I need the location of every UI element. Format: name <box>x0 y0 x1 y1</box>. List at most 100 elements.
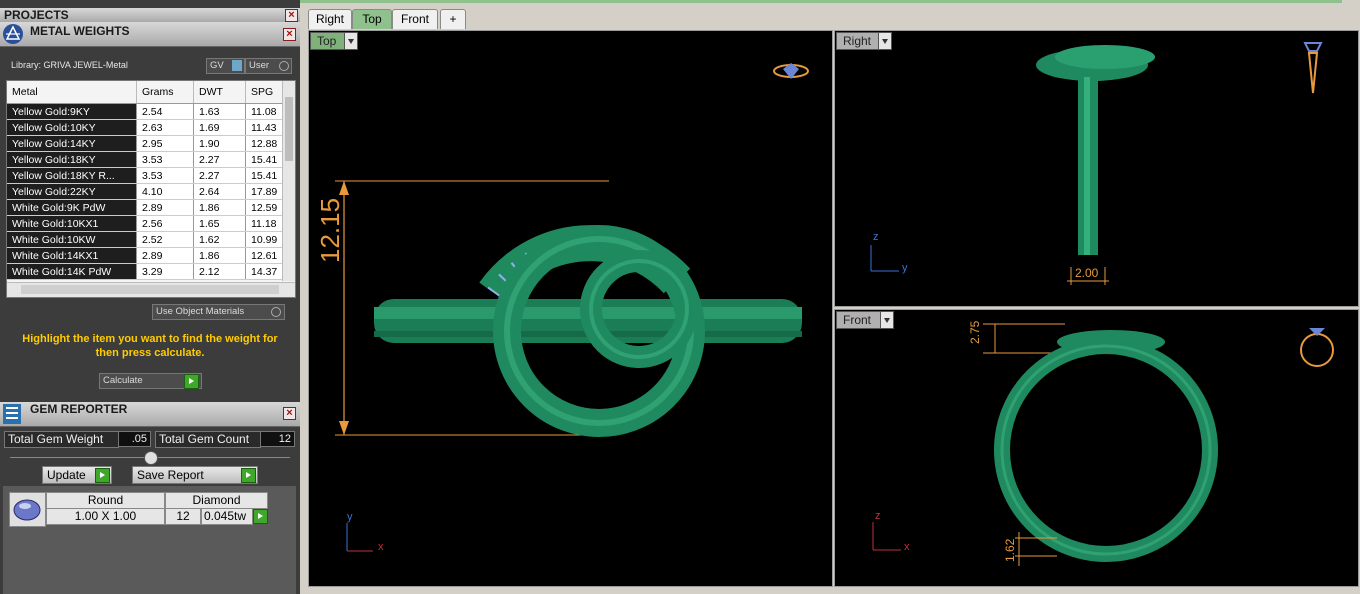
column-header[interactable]: Grams <box>136 81 194 104</box>
total-gem-count-value: 12 <box>260 431 295 447</box>
table-row[interactable]: White Gold:9K PdW 2.89 1.86 12.59 <box>7 199 292 216</box>
metal-name: White Gold:14K PdW <box>7 263 137 280</box>
close-icon[interactable]: × <box>283 28 296 41</box>
hint-text: Highlight the item you want to find the … <box>22 333 278 359</box>
calculate-label: Calculate <box>103 375 143 386</box>
column-header[interactable]: DWT <box>193 81 246 104</box>
dwt: 2.64 <box>193 183 246 200</box>
dwt: 1.90 <box>193 135 246 152</box>
table-row[interactable]: White Gold:14K PdW 3.29 2.12 14.37 <box>7 263 292 280</box>
grams: 2.56 <box>136 215 194 232</box>
table-row[interactable]: White Gold:10KX1 2.56 1.65 11.18 <box>7 215 292 232</box>
dimension-label: 2.00 <box>1075 266 1099 280</box>
dwt: 2.12 <box>193 263 246 280</box>
toggle-on-icon <box>232 60 242 71</box>
play-icon[interactable] <box>184 374 199 389</box>
gv-toggle[interactable]: GV <box>206 58 245 74</box>
play-icon[interactable] <box>95 468 110 483</box>
metal-weights-table[interactable]: Metal Grams DWT SPG Yellow Gold:9KY 2.54 1… <box>6 80 296 298</box>
vertical-scrollbar[interactable] <box>282 81 295 281</box>
horizontal-scrollbar[interactable] <box>7 282 295 297</box>
metal-name: Yellow Gold:14KY <box>7 135 137 152</box>
projects-titlebar[interactable]: PROJECTS × <box>0 8 300 23</box>
gem-report-icon <box>2 403 22 425</box>
use-object-materials-label: Use Object Materials <box>156 306 245 317</box>
gv-label: GV <box>210 60 224 71</box>
dwt: 1.65 <box>193 215 246 232</box>
use-object-materials-toggle[interactable]: Use Object Materials <box>152 304 285 320</box>
dwt: 1.69 <box>193 119 246 136</box>
metal-name: Yellow Gold:10KY <box>7 119 137 136</box>
library-label: Library: GRIVA JEWEL-Metal <box>11 60 128 70</box>
table-row[interactable]: White Gold:10KW 2.52 1.62 10.99 <box>7 231 292 248</box>
gem-weight: 0.045tw <box>201 508 253 525</box>
table-row[interactable]: Yellow Gold:18KY R... 3.53 2.27 15.41 <box>7 167 292 184</box>
tab-top[interactable]: Top <box>352 9 392 29</box>
viewport-top[interactable]: Top 12.15 y x <box>308 30 833 587</box>
add-tab-button[interactable]: + <box>440 9 466 29</box>
viewport-right[interactable]: Right 2.00 z y <box>834 30 1359 307</box>
gem-shape: Round <box>46 492 165 509</box>
left-panel: PROJECTS × METAL WEIGHTS × Library: GRIV… <box>0 0 300 594</box>
scrollbar-thumb[interactable] <box>21 285 279 294</box>
metal-name: White Gold:10KW <box>7 231 137 248</box>
play-icon[interactable] <box>253 509 268 524</box>
toggle-off-icon <box>279 61 289 71</box>
dimension-label: 2.75 <box>968 320 982 344</box>
scale-icon <box>2 23 24 45</box>
grams: 2.89 <box>136 247 194 264</box>
table-header: Metal Grams DWT SPG <box>7 81 292 104</box>
gem-type: Diamond <box>165 492 268 509</box>
user-label: User <box>249 60 270 71</box>
grams: 4.10 <box>136 183 194 200</box>
dwt: 1.62 <box>193 231 246 248</box>
dwt: 2.27 <box>193 151 246 168</box>
dwt: 2.27 <box>193 167 246 184</box>
viewport-tabbar: Right Top Front + <box>300 0 1360 30</box>
dimension-label: 1.62 <box>1003 538 1017 562</box>
splitter-handle[interactable] <box>144 451 158 465</box>
gem-count: 12 <box>165 508 201 525</box>
close-icon[interactable]: × <box>283 407 296 420</box>
scrollbar-thumb[interactable] <box>285 97 293 161</box>
table-row[interactable]: White Gold:14KX1 2.89 1.86 12.61 <box>7 247 292 264</box>
column-header[interactable]: Metal <box>7 81 137 104</box>
dwt: 1.63 <box>193 103 246 120</box>
table-row[interactable]: Yellow Gold:22KY 4.10 2.64 17.89 <box>7 183 292 200</box>
table-row[interactable]: Yellow Gold:10KY 2.63 1.69 11.43 <box>7 119 292 136</box>
table-row[interactable]: Yellow Gold:9KY 2.54 1.63 11.08 <box>7 103 292 120</box>
grams: 2.95 <box>136 135 194 152</box>
close-icon[interactable]: × <box>285 9 298 22</box>
metal-weights-titlebar[interactable]: METAL WEIGHTS × <box>0 22 300 47</box>
user-toggle[interactable]: User <box>245 58 292 74</box>
grams: 3.53 <box>136 167 194 184</box>
total-gem-weight-label: Total Gem Weight <box>4 431 119 448</box>
metal-name: Yellow Gold:22KY <box>7 183 137 200</box>
update-label: Update <box>47 468 86 482</box>
metal-name: Yellow Gold:18KY R... <box>7 167 137 184</box>
right-view-drawing <box>870 42 1323 285</box>
table-row[interactable]: Yellow Gold:18KY 3.53 2.27 15.41 <box>7 151 292 168</box>
axis-y-label: y <box>347 511 353 523</box>
gem-reporter-title: GEM REPORTER <box>30 402 128 416</box>
tab-right[interactable]: Right <box>308 9 352 29</box>
metal-name: Yellow Gold:18KY <box>7 151 137 168</box>
tab-front[interactable]: Front <box>392 9 438 29</box>
viewport-front[interactable]: Front 2.75 1.62 z x <box>834 309 1359 587</box>
axis-z-label: z <box>873 231 879 243</box>
total-gem-weight-value: .05 <box>118 431 151 447</box>
gem-row[interactable]: Round Diamond 1.00 X 1.00 12 0.045tw <box>9 492 271 527</box>
grams: 2.52 <box>136 231 194 248</box>
table-row[interactable]: Yellow Gold:14KY 2.95 1.90 12.88 <box>7 135 292 152</box>
front-view-drawing <box>872 323 1334 566</box>
axis-x-label: x <box>904 541 910 553</box>
axis-x-label: x <box>378 541 384 553</box>
grams: 3.29 <box>136 263 194 280</box>
axis-z-label: z <box>875 510 881 522</box>
play-icon[interactable] <box>241 468 256 483</box>
projects-title: PROJECTS <box>4 8 69 22</box>
plus-icon: + <box>449 12 457 26</box>
metal-name: White Gold:14KX1 <box>7 247 137 264</box>
gem-reporter-titlebar[interactable]: GEM REPORTER × <box>0 402 300 427</box>
save-report-button[interactable]: Save Report <box>132 466 258 484</box>
